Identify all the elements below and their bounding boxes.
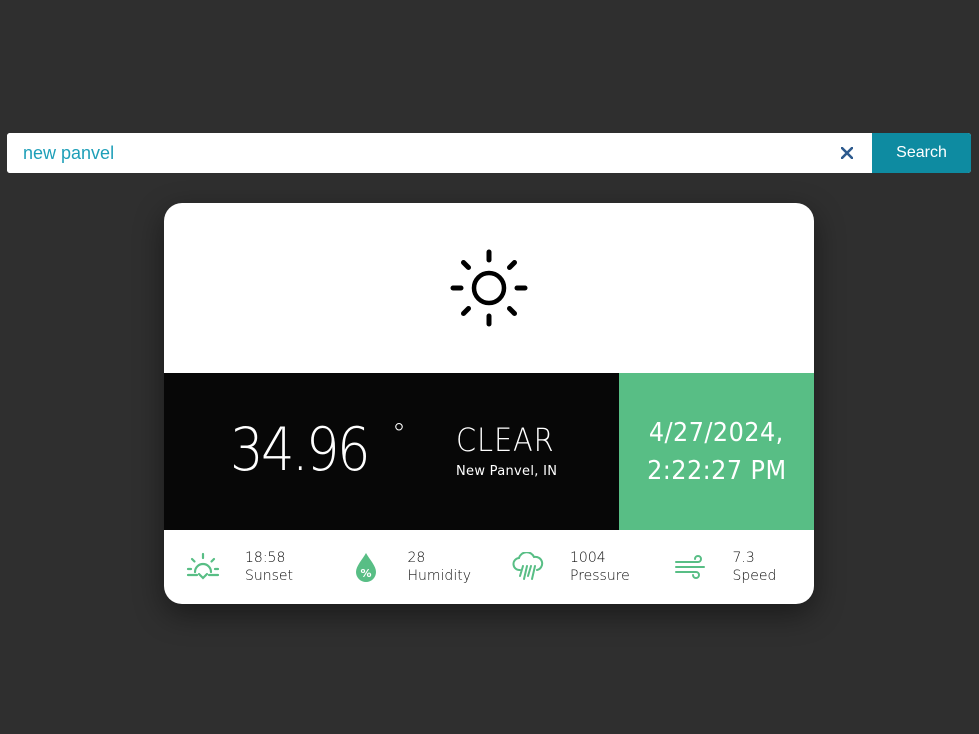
wind-speed-label: Speed — [732, 568, 777, 584]
weather-summary: 34.96 ° CLEAR New Panvel, IN 4/27/2024, … — [164, 373, 814, 530]
date-label: 4/27/2024, — [649, 417, 784, 448]
svg-text:%: % — [360, 567, 371, 580]
weather-card: 34.96 ° CLEAR New Panvel, IN 4/27/2024, … — [164, 203, 814, 604]
search-button[interactable]: Search — [872, 133, 971, 173]
stat-pressure: 1004 Pressure — [489, 530, 652, 604]
temperature-unit: ° — [392, 417, 406, 450]
temperature-panel: 34.96 ° CLEAR New Panvel, IN — [164, 373, 619, 530]
pressure-value: 1004 — [570, 550, 606, 566]
weather-condition: CLEAR — [456, 421, 555, 459]
wind-icon — [674, 555, 705, 579]
stat-sunset: 18:58 Sunset — [164, 530, 327, 604]
humidity-value: 28 — [407, 550, 426, 566]
sunset-value: 18:58 — [245, 550, 286, 566]
search-input[interactable] — [7, 133, 822, 173]
pressure-icon — [512, 552, 544, 580]
pressure-label: Pressure — [570, 568, 630, 584]
search-bar: Search — [7, 133, 971, 173]
time-label: 2:22:27 PM — [646, 455, 787, 486]
humidity-icon: % — [355, 553, 376, 582]
stat-wind-speed: 7.3 Speed — [652, 530, 815, 604]
sunset-icon — [186, 552, 220, 580]
sunset-label: Sunset — [245, 568, 294, 584]
close-icon — [841, 147, 853, 159]
datetime-panel: 4/27/2024, 2:22:27 PM — [619, 373, 814, 530]
location-label: New Panvel, IN — [456, 464, 558, 479]
temperature-value: 34.96 — [230, 415, 371, 485]
weather-stats: 18:58 Sunset % 28 Humidity 1004 Pressure… — [164, 530, 814, 604]
wind-speed-value: 7.3 — [732, 550, 755, 566]
sun-icon — [450, 249, 528, 327]
clear-search-button[interactable] — [822, 133, 872, 173]
stat-humidity: % 28 Humidity — [327, 530, 490, 604]
weather-icon-area — [164, 203, 814, 373]
humidity-label: Humidity — [407, 568, 471, 584]
